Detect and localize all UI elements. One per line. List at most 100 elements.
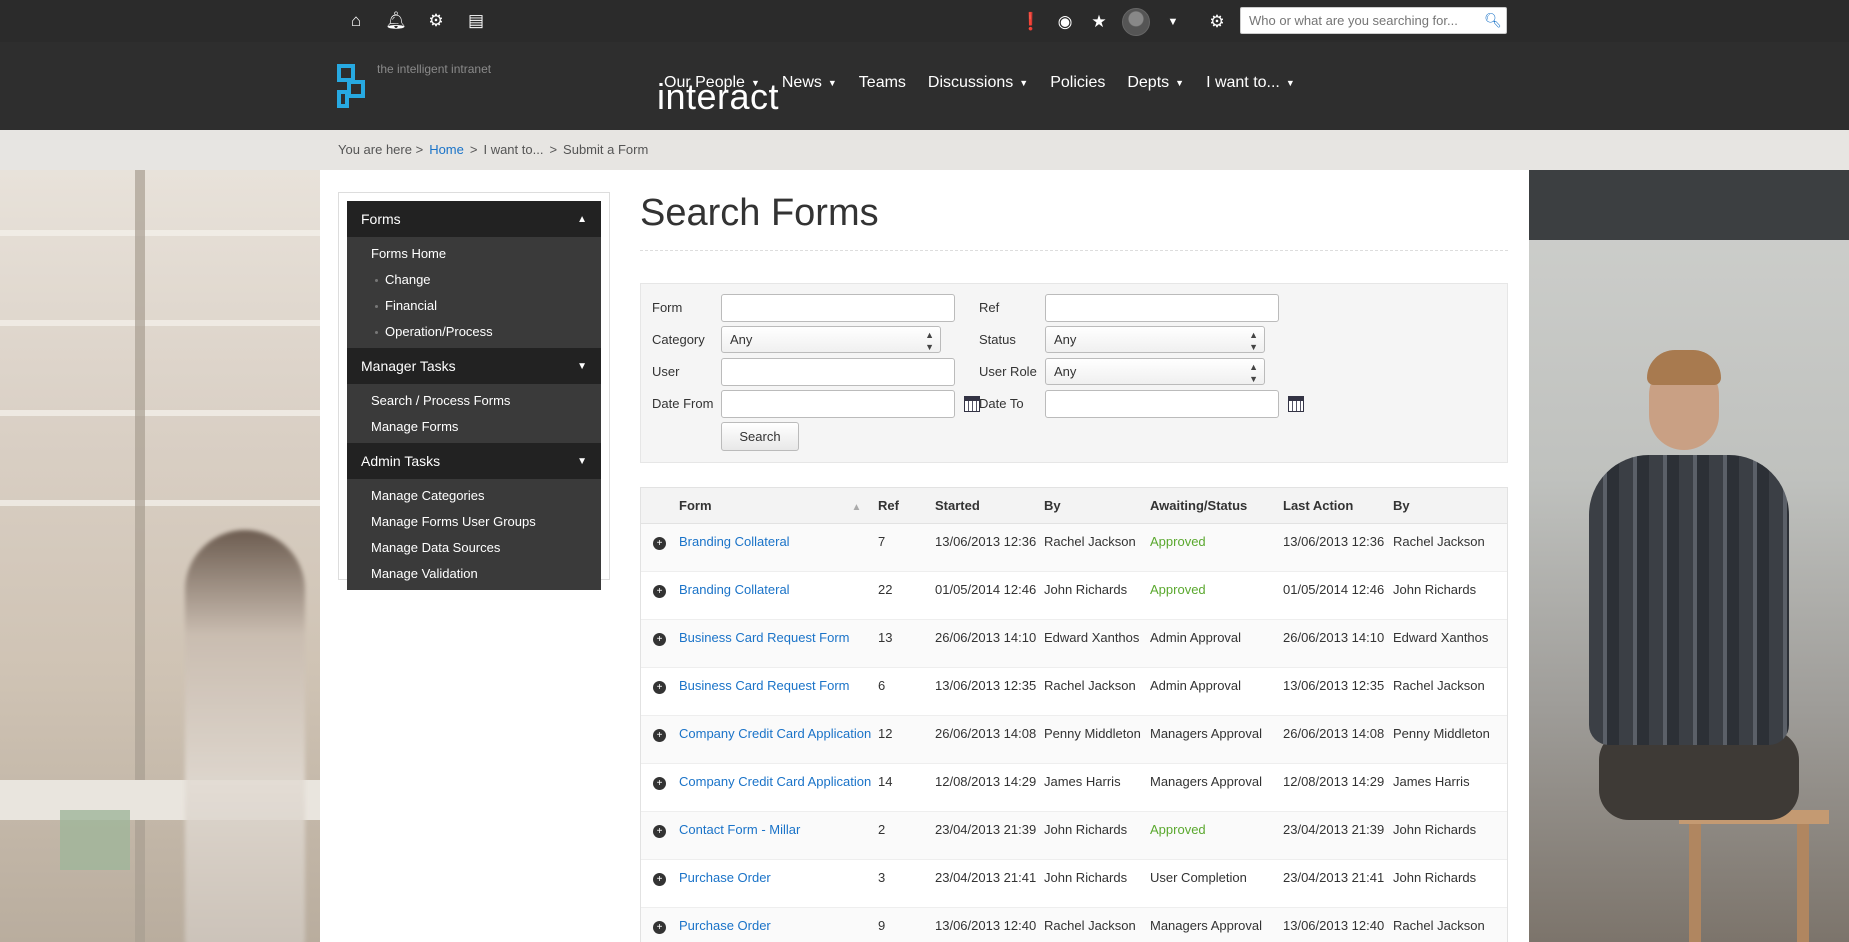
sidebar-header-label: Admin Tasks bbox=[361, 453, 441, 469]
cell-ref: 9 bbox=[878, 918, 886, 933]
content-panel: Forms ▲ Forms Home Change Financial Oper… bbox=[320, 170, 1529, 942]
sort-asc-icon[interactable]: ▲ bbox=[852, 502, 862, 513]
main-navbar: interact the intelligent intranet Our Pe… bbox=[0, 42, 1849, 130]
expand-row-icon[interactable]: + bbox=[653, 681, 666, 694]
search-button[interactable]: Search bbox=[721, 422, 799, 451]
chevron-down-icon[interactable]: ▼ bbox=[1162, 11, 1184, 33]
ref-input[interactable] bbox=[1045, 294, 1279, 322]
clipboard-icon[interactable]: ▤ bbox=[465, 10, 487, 32]
alert-icon[interactable]: ❗ bbox=[1020, 11, 1042, 33]
sidebar-header-manager-tasks[interactable]: Manager Tasks ▼ bbox=[347, 348, 601, 384]
nav-item-teams[interactable]: Teams bbox=[859, 74, 906, 92]
form-link[interactable]: Branding Collateral bbox=[679, 534, 790, 549]
expand-row-icon[interactable]: + bbox=[653, 633, 666, 646]
sidebar-item-search-process-forms[interactable]: Search / Process Forms bbox=[347, 388, 601, 414]
table-row: + Branding Collateral 22 01/05/2014 12:46 Jo… bbox=[641, 572, 1507, 620]
search-input[interactable] bbox=[1241, 8, 1480, 33]
column-header-started[interactable]: Started bbox=[931, 498, 1040, 513]
table-row: + Branding Collateral 7 13/06/2013 12:36 Rac… bbox=[641, 524, 1507, 572]
sidebar-item-operation-process[interactable]: Operation/Process bbox=[347, 319, 601, 345]
form-link[interactable]: Branding Collateral bbox=[679, 582, 790, 597]
cell-last-action: 13/06/2013 12:40 bbox=[1283, 918, 1385, 933]
background-photo-left bbox=[0, 170, 320, 942]
form-link[interactable]: Contact Form - Millar bbox=[679, 822, 800, 837]
date-from-input[interactable] bbox=[721, 390, 955, 418]
breadcrumb-band: You are here > Home > I want to... > Sub… bbox=[0, 130, 1849, 170]
breadcrumb-i-want-to[interactable]: I want to... bbox=[483, 142, 543, 157]
expand-row-icon[interactable]: + bbox=[653, 873, 666, 886]
form-link[interactable]: Company Credit Card Application bbox=[679, 726, 871, 741]
sidebar-item-financial[interactable]: Financial bbox=[347, 293, 601, 319]
expand-row-icon[interactable]: + bbox=[653, 729, 666, 742]
logo[interactable]: interact the intelligent intranet bbox=[337, 62, 779, 115]
search-icon[interactable]: 🔍︎ bbox=[1480, 12, 1506, 29]
nav-item-our-people[interactable]: Our People ▼ bbox=[664, 74, 760, 92]
expand-row-icon[interactable]: + bbox=[653, 921, 666, 934]
sidebar-item-manage-categories[interactable]: Manage Categories bbox=[347, 483, 601, 509]
breadcrumb-current: Submit a Form bbox=[563, 142, 649, 157]
user-role-select[interactable]: Any ▲ ▼ bbox=[1045, 358, 1265, 385]
calendar-icon[interactable] bbox=[1288, 396, 1304, 412]
form-label: Form bbox=[652, 300, 683, 315]
expand-row-icon[interactable]: + bbox=[653, 585, 666, 598]
cell-last-action: 01/05/2014 12:46 bbox=[1283, 582, 1385, 597]
gear-dropdown-icon[interactable]: ⚙ bbox=[425, 10, 447, 32]
form-link[interactable]: Purchase Order bbox=[679, 870, 771, 885]
breadcrumb-prefix: You are here > bbox=[338, 142, 424, 157]
calendar-icon[interactable] bbox=[964, 396, 980, 412]
sidebar-item-manage-forms-user-groups[interactable]: Manage Forms User Groups bbox=[347, 509, 601, 535]
sidebar-item-manage-data-sources[interactable]: Manage Data Sources bbox=[347, 535, 601, 561]
cell-status: Admin Approval bbox=[1150, 630, 1242, 645]
eye-icon[interactable]: ◉ bbox=[1054, 11, 1076, 33]
cell-status: Approved bbox=[1150, 582, 1206, 597]
column-header-last-by[interactable]: By bbox=[1389, 498, 1499, 513]
sidebar-header-forms[interactable]: Forms ▲ bbox=[347, 201, 601, 237]
nav-item-policies[interactable]: Policies bbox=[1050, 74, 1105, 92]
sidebar-item-change[interactable]: Change bbox=[347, 267, 601, 293]
form-link[interactable]: Purchase Order bbox=[679, 918, 771, 933]
breadcrumb-home-link[interactable]: Home bbox=[429, 142, 464, 157]
form-input[interactable] bbox=[721, 294, 955, 322]
nav-item-depts[interactable]: Depts ▼ bbox=[1127, 74, 1184, 92]
status-select[interactable]: Any ▲ ▼ bbox=[1045, 326, 1265, 353]
nav-item-i-want-to[interactable]: I want to... ▼ bbox=[1206, 74, 1295, 92]
select-arrows-icon: ▲ ▼ bbox=[1249, 330, 1258, 352]
cell-by: John Richards bbox=[1044, 582, 1128, 597]
chevron-up-icon[interactable]: ▲ bbox=[577, 214, 587, 225]
user-input[interactable] bbox=[721, 358, 955, 386]
star-icon[interactable]: ★ bbox=[1088, 11, 1110, 33]
avatar[interactable] bbox=[1122, 8, 1150, 36]
sidebar-header-label: Forms bbox=[361, 211, 401, 227]
chevron-down-icon[interactable]: ▼ bbox=[577, 456, 587, 467]
nav-item-news[interactable]: News ▼ bbox=[782, 74, 837, 92]
settings-icon[interactable]: ⚙ bbox=[1206, 11, 1228, 33]
chevron-down-icon[interactable]: ▼ bbox=[577, 361, 587, 372]
column-header-form[interactable]: Form ▲ bbox=[675, 498, 874, 513]
cell-by: Rachel Jackson bbox=[1044, 918, 1136, 933]
form-link[interactable]: Company Credit Card Application bbox=[679, 774, 871, 789]
expand-row-icon[interactable]: + bbox=[653, 825, 666, 838]
sidebar-item-manage-validation[interactable]: Manage Validation bbox=[347, 561, 601, 587]
cell-last-by: John Richards bbox=[1393, 822, 1477, 837]
sidebar-item-manage-forms[interactable]: Manage Forms bbox=[347, 414, 601, 440]
sidebar-item-forms-home[interactable]: Forms Home bbox=[347, 241, 601, 267]
table-row: + Business Card Request Form 6 13/06/2013 1… bbox=[641, 668, 1507, 716]
column-header-ref[interactable]: Ref bbox=[874, 498, 931, 513]
expand-row-icon[interactable]: + bbox=[653, 537, 666, 550]
bell-icon[interactable]: 🔔︎ bbox=[385, 10, 407, 32]
category-select[interactable]: Any ▲ ▼ bbox=[721, 326, 941, 353]
home-icon[interactable]: ⌂ bbox=[345, 10, 367, 32]
column-header-status[interactable]: Awaiting/Status bbox=[1146, 498, 1279, 513]
date-to-input[interactable] bbox=[1045, 390, 1279, 418]
column-header-last-action[interactable]: Last Action bbox=[1279, 498, 1389, 513]
form-link[interactable]: Business Card Request Form bbox=[679, 630, 850, 645]
cell-last-by: James Harris bbox=[1393, 774, 1470, 789]
cell-last-by: John Richards bbox=[1393, 582, 1477, 597]
background-photo-right bbox=[1529, 170, 1849, 942]
form-link[interactable]: Business Card Request Form bbox=[679, 678, 850, 693]
cell-by: James Harris bbox=[1044, 774, 1121, 789]
column-header-by[interactable]: By bbox=[1040, 498, 1146, 513]
nav-item-discussions[interactable]: Discussions ▼ bbox=[928, 74, 1028, 92]
expand-row-icon[interactable]: + bbox=[653, 777, 666, 790]
sidebar-header-admin-tasks[interactable]: Admin Tasks ▼ bbox=[347, 443, 601, 479]
